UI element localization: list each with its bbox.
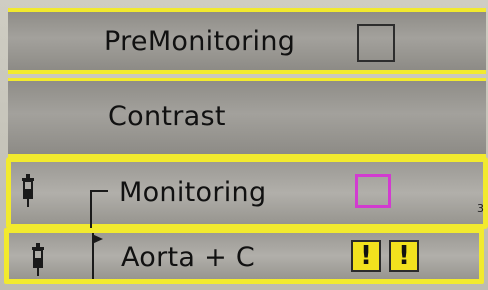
monitoring-checkbox[interactable] — [355, 174, 391, 208]
step-row-aorta-c[interactable]: Aorta + C ! ! — [4, 228, 484, 284]
warning-icon[interactable]: ! — [389, 240, 419, 272]
edge-mark: 3 — [477, 202, 484, 215]
step-row-monitoring[interactable]: Monitoring 3 — [6, 157, 488, 230]
step-label-premonitoring: PreMonitoring — [104, 26, 296, 57]
step-label-contrast: Contrast — [108, 101, 226, 132]
step-label-aorta-c: Aorta + C — [121, 242, 256, 273]
warning-icon[interactable]: ! — [351, 240, 381, 272]
step-row-contrast[interactable]: Contrast — [8, 78, 486, 158]
premonitoring-checkbox[interactable] — [357, 24, 395, 62]
syringe-icon — [22, 174, 34, 207]
protocol-step-list: PreMonitoring Contrast Monitoring 3 Aort… — [0, 0, 488, 290]
syringe-icon — [32, 243, 44, 276]
step-label-monitoring: Monitoring — [119, 177, 267, 208]
step-row-premonitoring[interactable]: PreMonitoring — [8, 8, 486, 74]
